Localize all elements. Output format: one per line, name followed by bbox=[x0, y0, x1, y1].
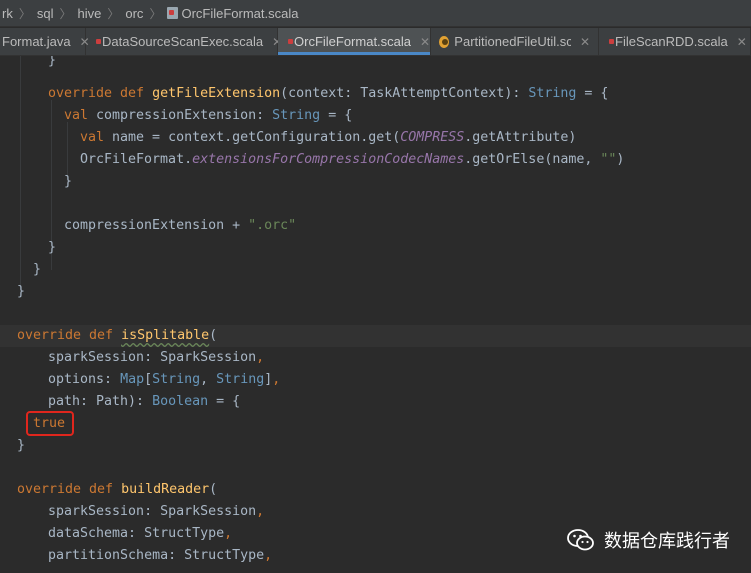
code-line: override def isSplitable( bbox=[17, 328, 218, 343]
code-line: compressionExtension + ".orc" bbox=[64, 218, 297, 233]
highlight-box bbox=[26, 411, 74, 436]
tab-label: Format.java bbox=[2, 34, 71, 49]
code-line: override def buildReader( bbox=[17, 482, 218, 497]
tab-label: PartitionedFileUtil.scala bbox=[454, 34, 571, 49]
breadcrumb: rk 〉 sql 〉 hive 〉 orc 〉 OrcFileFormat.sc… bbox=[0, 0, 751, 27]
close-icon[interactable]: ✕ bbox=[420, 35, 430, 49]
code-line: OrcFileFormat.extensionsForCompressionCo… bbox=[80, 152, 625, 167]
tab-orcfileformat[interactable]: OrcFileFormat.scala ✕ bbox=[278, 28, 431, 55]
wechat-icon bbox=[567, 529, 594, 551]
code-line: override def getFileExtension(context: T… bbox=[48, 86, 609, 101]
editor-tab-bar: Format.java ✕ DataSourceScanExec.scala ✕… bbox=[0, 28, 751, 56]
tab-label: DataSourceScanExec.scala bbox=[102, 34, 264, 49]
code-line: } bbox=[64, 174, 73, 189]
tab-partitionedfileutil[interactable]: PartitionedFileUtil.scala ✕ bbox=[431, 28, 599, 55]
code-line: val name = context.getConfiguration.get(… bbox=[80, 130, 577, 145]
code-line: partitionSchema: StructType, bbox=[48, 548, 273, 563]
chevron-right-icon: 〉 bbox=[59, 6, 72, 21]
code-line: val compressionExtension: String = { bbox=[64, 108, 353, 123]
tab-filescanrdd[interactable]: FileScanRDD.scala ✕ bbox=[599, 28, 751, 55]
watermark: 数据仓库践行者 bbox=[566, 527, 730, 553]
chevron-right-icon: 〉 bbox=[149, 6, 162, 21]
tab-datasourcescanexec[interactable]: DataSourceScanExec.scala ✕ bbox=[86, 28, 282, 55]
scala-file-icon bbox=[167, 6, 179, 19]
watermark-text: 数据仓库践行者 bbox=[604, 531, 730, 551]
code-line: } bbox=[17, 438, 26, 453]
breadcrumb-file[interactable]: OrcFileFormat.scala bbox=[167, 6, 298, 21]
breadcrumb-item[interactable]: sql bbox=[37, 6, 54, 21]
code-line: sparkSession: SparkSession, bbox=[48, 350, 265, 365]
code-line: } bbox=[48, 56, 57, 68]
code-line: } bbox=[48, 240, 57, 255]
code-line: } bbox=[17, 284, 26, 299]
chevron-right-icon: 〉 bbox=[107, 6, 120, 21]
code-line: } bbox=[33, 262, 42, 277]
code-line: dataSchema: StructType, bbox=[48, 526, 233, 541]
breadcrumb-item[interactable]: orc bbox=[125, 6, 143, 21]
breadcrumb-item[interactable]: rk bbox=[2, 6, 13, 21]
tab-label: OrcFileFormat.scala bbox=[294, 34, 412, 49]
code-line: sparkSession: SparkSession, bbox=[48, 504, 265, 519]
breadcrumb-file-label: OrcFileFormat.scala bbox=[181, 5, 299, 21]
breadcrumb-item[interactable]: hive bbox=[78, 6, 102, 21]
tab-format-java[interactable]: Format.java ✕ bbox=[0, 28, 90, 55]
tab-label: FileScanRDD.scala bbox=[615, 34, 728, 49]
close-icon[interactable]: ✕ bbox=[580, 35, 590, 49]
code-editor[interactable]: } override def getFileExtension(context:… bbox=[0, 56, 751, 573]
scala-object-icon bbox=[439, 35, 450, 48]
code-line: options: Map[String, String], bbox=[48, 372, 281, 387]
close-icon[interactable]: ✕ bbox=[737, 35, 747, 49]
code-line: path: Path): Boolean = { bbox=[48, 394, 241, 409]
chevron-right-icon: 〉 bbox=[18, 6, 31, 21]
